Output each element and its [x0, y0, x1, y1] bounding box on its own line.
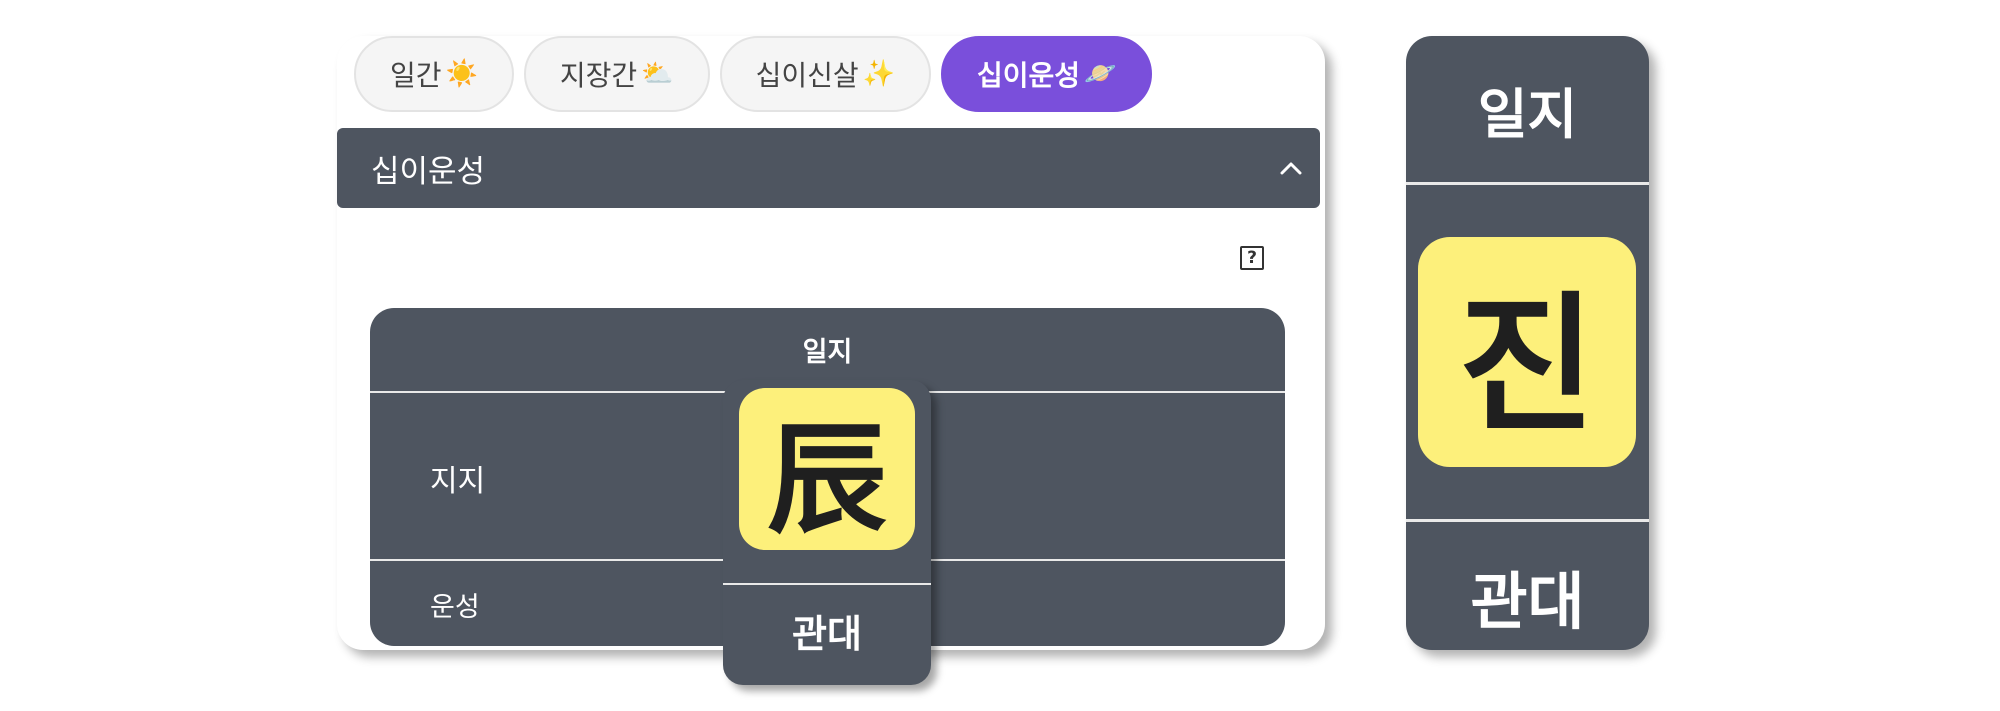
cell-divider [723, 583, 931, 585]
tab-label: 일간 [390, 59, 442, 92]
tab-label: 십이신살 [755, 59, 859, 92]
section-header-toggle[interactable]: 십이운성 [337, 128, 1320, 208]
zoom-header: 일지 [1477, 82, 1578, 146]
fortune-value: 관대 [792, 611, 862, 656]
zoom-divider [1406, 182, 1649, 185]
section-title: 십이운성 [371, 153, 486, 190]
branch-tile: 辰 [739, 388, 915, 550]
tab-bar: 일간 ☀️ 지장간 ⛅ 십이신살 ✨ 십이운성 🪐 [354, 36, 1153, 112]
zoom-fortune-value: 관대 [1470, 565, 1585, 638]
tab-jijanggan[interactable]: 지장간 ⛅ [523, 36, 710, 112]
sun-icon: ☀️ [445, 59, 478, 89]
tab-sibiunseong[interactable]: 십이운성 🪐 [940, 36, 1153, 112]
tab-label: 지장간 [559, 59, 638, 92]
chevron-up-icon [1278, 155, 1304, 181]
screen: 일간 ☀️ 지장간 ⛅ 십이신살 ✨ 십이운성 🪐 십이운성 ? 일지 지지 운… [0, 0, 2000, 711]
zoomed-ilji-column: 일지 진 관대 [1406, 36, 1649, 650]
row-label-fortune: 운성 [430, 592, 480, 623]
help-icon[interactable]: ? [1240, 246, 1264, 270]
cloud-sun-icon: ⛅ [641, 59, 674, 89]
zoom-divider [1406, 519, 1649, 522]
row-label-branch: 지지 [430, 464, 486, 499]
tab-label: 십이운성 [976, 59, 1081, 92]
planet-icon: 🪐 [1084, 59, 1117, 89]
column-header-ilji: 일지 [802, 337, 853, 368]
sparkles-icon: ✨ [862, 59, 895, 89]
tab-sibisinsal[interactable]: 십이신살 ✨ [719, 36, 931, 112]
ilji-cell-highlight: 辰 관대 [723, 380, 931, 685]
zoom-branch-tile: 진 [1418, 237, 1636, 467]
tab-ilgan[interactable]: 일간 ☀️ [354, 36, 514, 112]
